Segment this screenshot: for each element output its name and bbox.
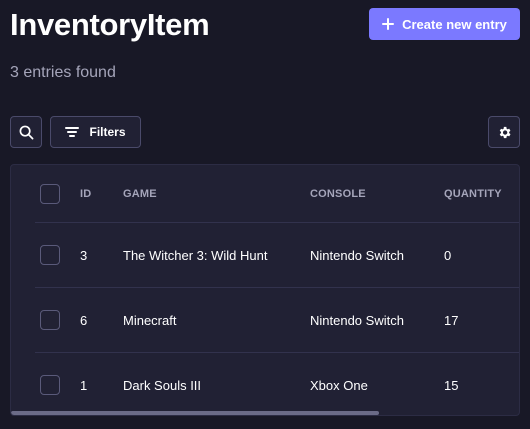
filters-button[interactable]: Filters: [50, 116, 141, 148]
settings-button[interactable]: [488, 116, 520, 148]
search-icon: [19, 125, 33, 139]
cell-quantity: 0: [444, 247, 452, 263]
cell-id: 6: [80, 312, 88, 328]
cell-console: Xbox One: [310, 377, 368, 393]
column-header-game[interactable]: GAME: [123, 165, 157, 222]
row-checkbox[interactable]: [40, 375, 60, 395]
plus-icon: [382, 18, 395, 30]
content-manager-page: InventoryItem 3 entries found Create new…: [0, 0, 530, 429]
cell-quantity: 17: [444, 312, 459, 328]
select-all-checkbox[interactable]: [40, 183, 60, 204]
filters-label: Filters: [89, 125, 126, 139]
cell-console: Nintendo Switch: [310, 247, 404, 263]
cell-console: Nintendo Switch: [310, 312, 404, 328]
cell-id: 1: [80, 377, 88, 393]
entries-table: ID GAME CONSOLE QUANTITY 3 The Witcher 3…: [10, 164, 520, 416]
column-header-quantity[interactable]: QUANTITY: [444, 165, 502, 222]
row-checkbox[interactable]: [40, 310, 60, 330]
search-button[interactable]: [10, 116, 42, 148]
cell-quantity: 15: [444, 377, 459, 393]
table-header-row: ID GAME CONSOLE QUANTITY: [35, 165, 519, 222]
page-title: InventoryItem: [10, 7, 210, 42]
cell-game: Dark Souls III: [123, 377, 202, 393]
column-header-console[interactable]: CONSOLE: [310, 165, 366, 222]
table-row[interactable]: 1 Dark Souls III Xbox One 15: [35, 352, 519, 415]
create-new-entry-label: Create new entry: [402, 16, 507, 32]
horizontal-scrollbar[interactable]: [11, 411, 379, 415]
cell-id: 3: [80, 247, 88, 263]
gear-icon: [499, 126, 510, 138]
column-header-id[interactable]: ID: [80, 165, 91, 222]
row-checkbox[interactable]: [40, 245, 60, 265]
entries-count: 3 entries found: [10, 64, 116, 81]
cell-game: The Witcher 3: Wild Hunt: [123, 247, 268, 263]
filter-icon: [65, 127, 80, 137]
table-row[interactable]: 3 The Witcher 3: Wild Hunt Nintendo Swit…: [35, 222, 519, 287]
create-new-entry-button[interactable]: Create new entry: [369, 8, 520, 40]
table-row[interactable]: 6 Minecraft Nintendo Switch 17: [35, 287, 519, 352]
cell-game: Minecraft: [123, 312, 177, 328]
